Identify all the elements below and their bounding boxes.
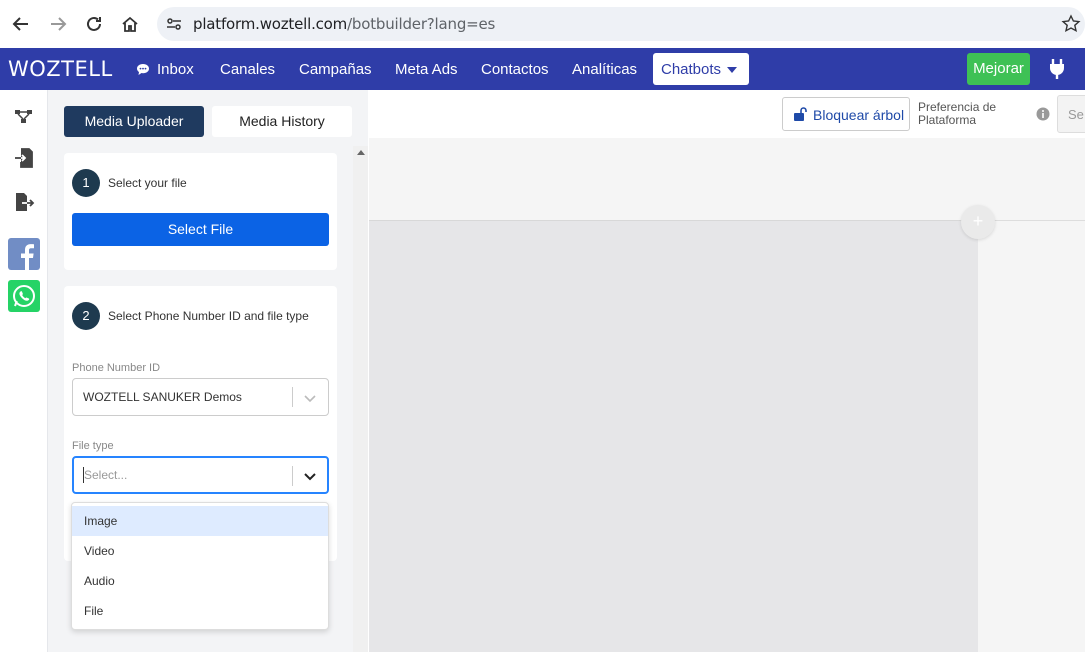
menu-option-file[interactable]: File (72, 596, 328, 626)
scroll-up-arrow-icon[interactable] (357, 150, 365, 155)
nav-analytics[interactable]: Analíticas (572, 61, 637, 78)
nav-channels[interactable]: Canales (220, 61, 275, 78)
search-placeholder: Se (1068, 107, 1084, 122)
chatbots-dropdown[interactable]: Chatbots (653, 53, 749, 85)
nav-inbox[interactable]: Inbox (157, 61, 194, 78)
tree-icon[interactable] (12, 104, 36, 128)
bot-tree-canvas[interactable]: + (369, 138, 1085, 652)
step-label: Select your file (108, 176, 187, 190)
select-file-button[interactable]: Select File (72, 213, 329, 246)
facebook-icon[interactable] (8, 238, 40, 270)
address-bar[interactable]: platform.woztell.com/botbuilder?lang=es (157, 7, 1085, 41)
canvas-toolbar: Bloquear árbol Preferencia de Plataforma… (369, 90, 1085, 138)
file-type-select[interactable]: Select... (72, 456, 329, 494)
import-file-icon[interactable] (12, 146, 36, 170)
tab-media-history[interactable]: Media History (212, 106, 352, 137)
upgrade-button[interactable]: Mejorar (967, 53, 1030, 85)
tree-node-area-right[interactable] (979, 220, 1085, 652)
add-node-button[interactable]: + (961, 205, 995, 239)
nav-campaigns[interactable]: Campañas (299, 61, 372, 78)
lock-tree-label: Bloquear árbol (813, 107, 905, 123)
export-file-icon[interactable] (12, 190, 36, 214)
step-number: 2 (72, 302, 100, 330)
back-icon[interactable] (9, 12, 33, 36)
tab-media-uploader[interactable]: Media Uploader (64, 106, 204, 137)
forward-icon[interactable] (46, 12, 70, 36)
unlock-icon (793, 107, 807, 124)
plug-icon[interactable] (1048, 58, 1066, 85)
bookmark-star-icon[interactable] (1061, 14, 1081, 39)
phone-number-id-label: Phone Number ID (72, 362, 161, 374)
platform-preference-label: Preferencia de Plataforma (918, 100, 997, 127)
site-settings-icon[interactable] (165, 15, 183, 38)
nav-meta-ads[interactable]: Meta Ads (395, 61, 458, 78)
info-icon[interactable] (1036, 107, 1050, 126)
menu-option-image[interactable]: Image (72, 506, 328, 536)
file-type-menu: Image Video Audio File (71, 502, 329, 630)
menu-option-video[interactable]: Video (72, 536, 328, 566)
step-label: Select Phone Number ID and file type (108, 309, 309, 323)
home-icon[interactable] (118, 12, 142, 36)
platform-preference-select[interactable]: Se (1057, 95, 1085, 133)
lock-tree-button[interactable]: Bloquear árbol (782, 97, 910, 131)
whatsapp-icon[interactable] (8, 280, 40, 312)
reload-icon[interactable] (82, 12, 106, 36)
url-text: platform.woztell.com/botbuilder?lang=es (193, 15, 496, 33)
left-rail (0, 90, 48, 652)
step-select-file-card: 1 Select your file Select File (64, 153, 337, 270)
chevron-down-icon[interactable] (303, 469, 317, 487)
select-separator (292, 387, 293, 407)
file-type-placeholder: Select... (84, 468, 128, 482)
panel-scrollbar[interactable] (353, 146, 368, 652)
woztell-logo[interactable]: WOZTELL (8, 57, 113, 81)
select-separator (292, 466, 293, 486)
chatbots-label: Chatbots (661, 61, 722, 78)
chevron-down-icon[interactable] (303, 391, 317, 409)
caret-down-icon (727, 67, 737, 73)
file-type-label: File type (72, 440, 114, 452)
nav-contacts[interactable]: Contactos (481, 61, 549, 78)
step-number: 1 (72, 169, 100, 197)
menu-option-audio[interactable]: Audio (72, 566, 328, 596)
phone-number-id-value: WOZTELL SANUKER Demos (83, 390, 242, 404)
browser-toolbar: platform.woztell.com/botbuilder?lang=es (0, 0, 1085, 48)
tree-node-area[interactable] (369, 220, 978, 652)
chat-bubble-icon (136, 63, 150, 81)
app-header: WOZTELL Inbox Canales Campañas Meta Ads … (0, 48, 1085, 90)
phone-number-id-select[interactable]: WOZTELL SANUKER Demos (72, 378, 329, 416)
